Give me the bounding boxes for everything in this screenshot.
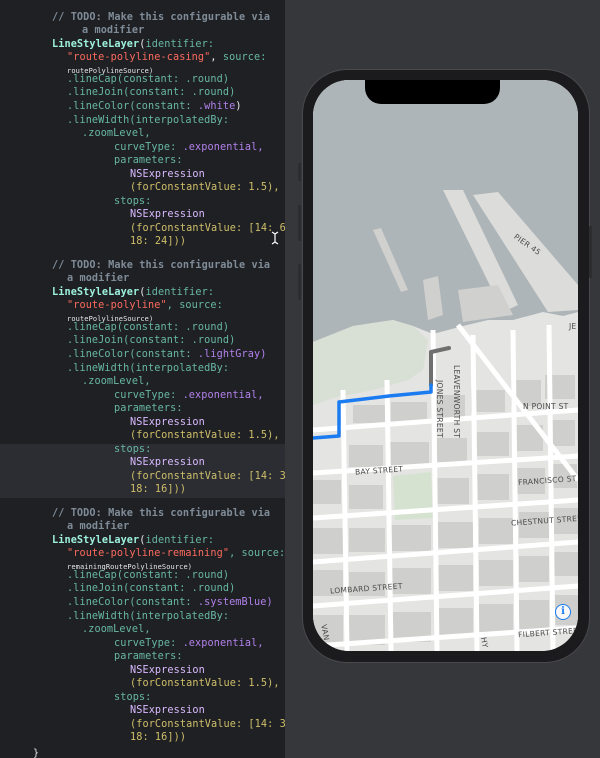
map-label-street: N POINT ST [523,402,569,411]
code-line[interactable]: .lineColor(constant: .lightGray) [67,348,266,361]
code-line[interactable]: .lineJoin(constant: .round) [67,86,235,99]
code-line[interactable]: .zoomLevel, [82,375,151,388]
code-line[interactable]: .lineWidth(interpolatedBy: [67,114,229,127]
code-line[interactable]: .lineJoin(constant: .round) [67,334,235,347]
code-line[interactable]: stops: [114,691,151,704]
code-line[interactable]: NSExpression [130,416,205,429]
code-line[interactable]: .lineColor(constant: .systemBlue) [67,596,273,609]
code-comment[interactable]: a modifier [67,272,129,285]
code-line[interactable]: 18: 16])) [130,731,186,744]
code-comment[interactable]: // TODO: Make this configurable via [52,11,270,24]
code-comment[interactable]: a modifier [82,24,144,37]
code-line[interactable]: "route-polyline-remaining", source: [67,547,285,560]
ibeam-cursor-icon [271,231,279,245]
code-comment[interactable]: // TODO: Make this configurable via [52,259,270,272]
code-line[interactable]: parameters: [114,154,183,167]
map-label-street: HY [479,636,490,649]
code-line[interactable]: .zoomLevel, [82,623,151,636]
code-comment[interactable]: // TODO: Make this configurable via [52,507,270,520]
map-info-button[interactable]: i [555,604,571,620]
volume-up-button[interactable] [298,205,301,241]
map-label-street: JE [569,322,577,331]
code-line[interactable]: LineStyleLayer(identifier: [52,286,214,299]
code-line[interactable]: .lineWidth(interpolatedBy: [67,362,229,375]
code-line[interactable]: curveType: .exponential, [114,141,264,154]
code-line[interactable]: (forConstantValue: [14: 6, [130,222,285,235]
code-line[interactable]: stops: [114,195,151,208]
code-line[interactable]: 18: 16])) [130,483,186,496]
code-line[interactable]: NSExpression [130,208,205,221]
code-line[interactable]: NSExpression [130,704,205,717]
code-line[interactable]: LineStyleLayer(identifier: [52,534,214,547]
code-line[interactable]: parameters: [114,650,183,663]
code-line[interactable]: LineStyleLayer(identifier: [52,38,214,51]
code-line[interactable]: (forConstantValue: [14: 3, [130,718,285,731]
map-label-street: LEAVENWORTH ST [452,365,461,439]
code-line[interactable]: NSExpression [130,168,205,181]
closing-brace: } [33,748,40,758]
ringer-switch[interactable] [298,163,301,181]
code-line[interactable]: NSExpression [130,664,205,677]
phone-notch [365,80,500,104]
code-line[interactable]: curveType: .exponential, [114,389,264,402]
code-line[interactable]: NSExpression [130,456,205,469]
code-line[interactable]: .lineJoin(constant: .round) [67,582,235,595]
code-line[interactable]: "route-polyline", source: [67,299,223,312]
map-view[interactable]: PIER 45 JE LEAVENWORTH ST JONES STREET N… [313,80,578,651]
map-label-street: JONES STREET [435,380,444,438]
code-line[interactable]: 18: 24])) [130,235,186,248]
code-line[interactable]: .zoomLevel, [82,127,151,140]
power-button[interactable] [589,226,592,278]
code-line[interactable]: curveType: .exponential, [114,637,264,650]
code-line[interactable]: .lineCap(constant: .round) [67,321,229,334]
volume-down-button[interactable] [298,264,301,300]
code-line[interactable]: (forConstantValue: [14: 3, [130,470,285,483]
code-line[interactable]: .lineCap(constant: .round) [67,569,229,582]
code-line[interactable]: .lineWidth(interpolatedBy: [67,610,229,623]
code-editor[interactable]: // TODO: Make this configurable via a mo… [0,0,285,758]
code-line[interactable]: .lineCap(constant: .round) [67,73,229,86]
code-line[interactable]: .lineColor(constant: .white) [67,100,242,113]
code-line[interactable]: parameters: [114,402,183,415]
code-comment[interactable]: a modifier [67,520,129,533]
code-line[interactable]: (forConstantValue: 1.5), [130,181,280,194]
code-line[interactable]: (forConstantValue: 1.5), [130,429,280,442]
code-line[interactable]: (forConstantValue: 1.5), [130,677,280,690]
map-canvas[interactable] [313,80,578,651]
code-line[interactable]: stops: [114,443,151,456]
code-line[interactable]: "route-polyline-casing", source: [67,51,266,64]
